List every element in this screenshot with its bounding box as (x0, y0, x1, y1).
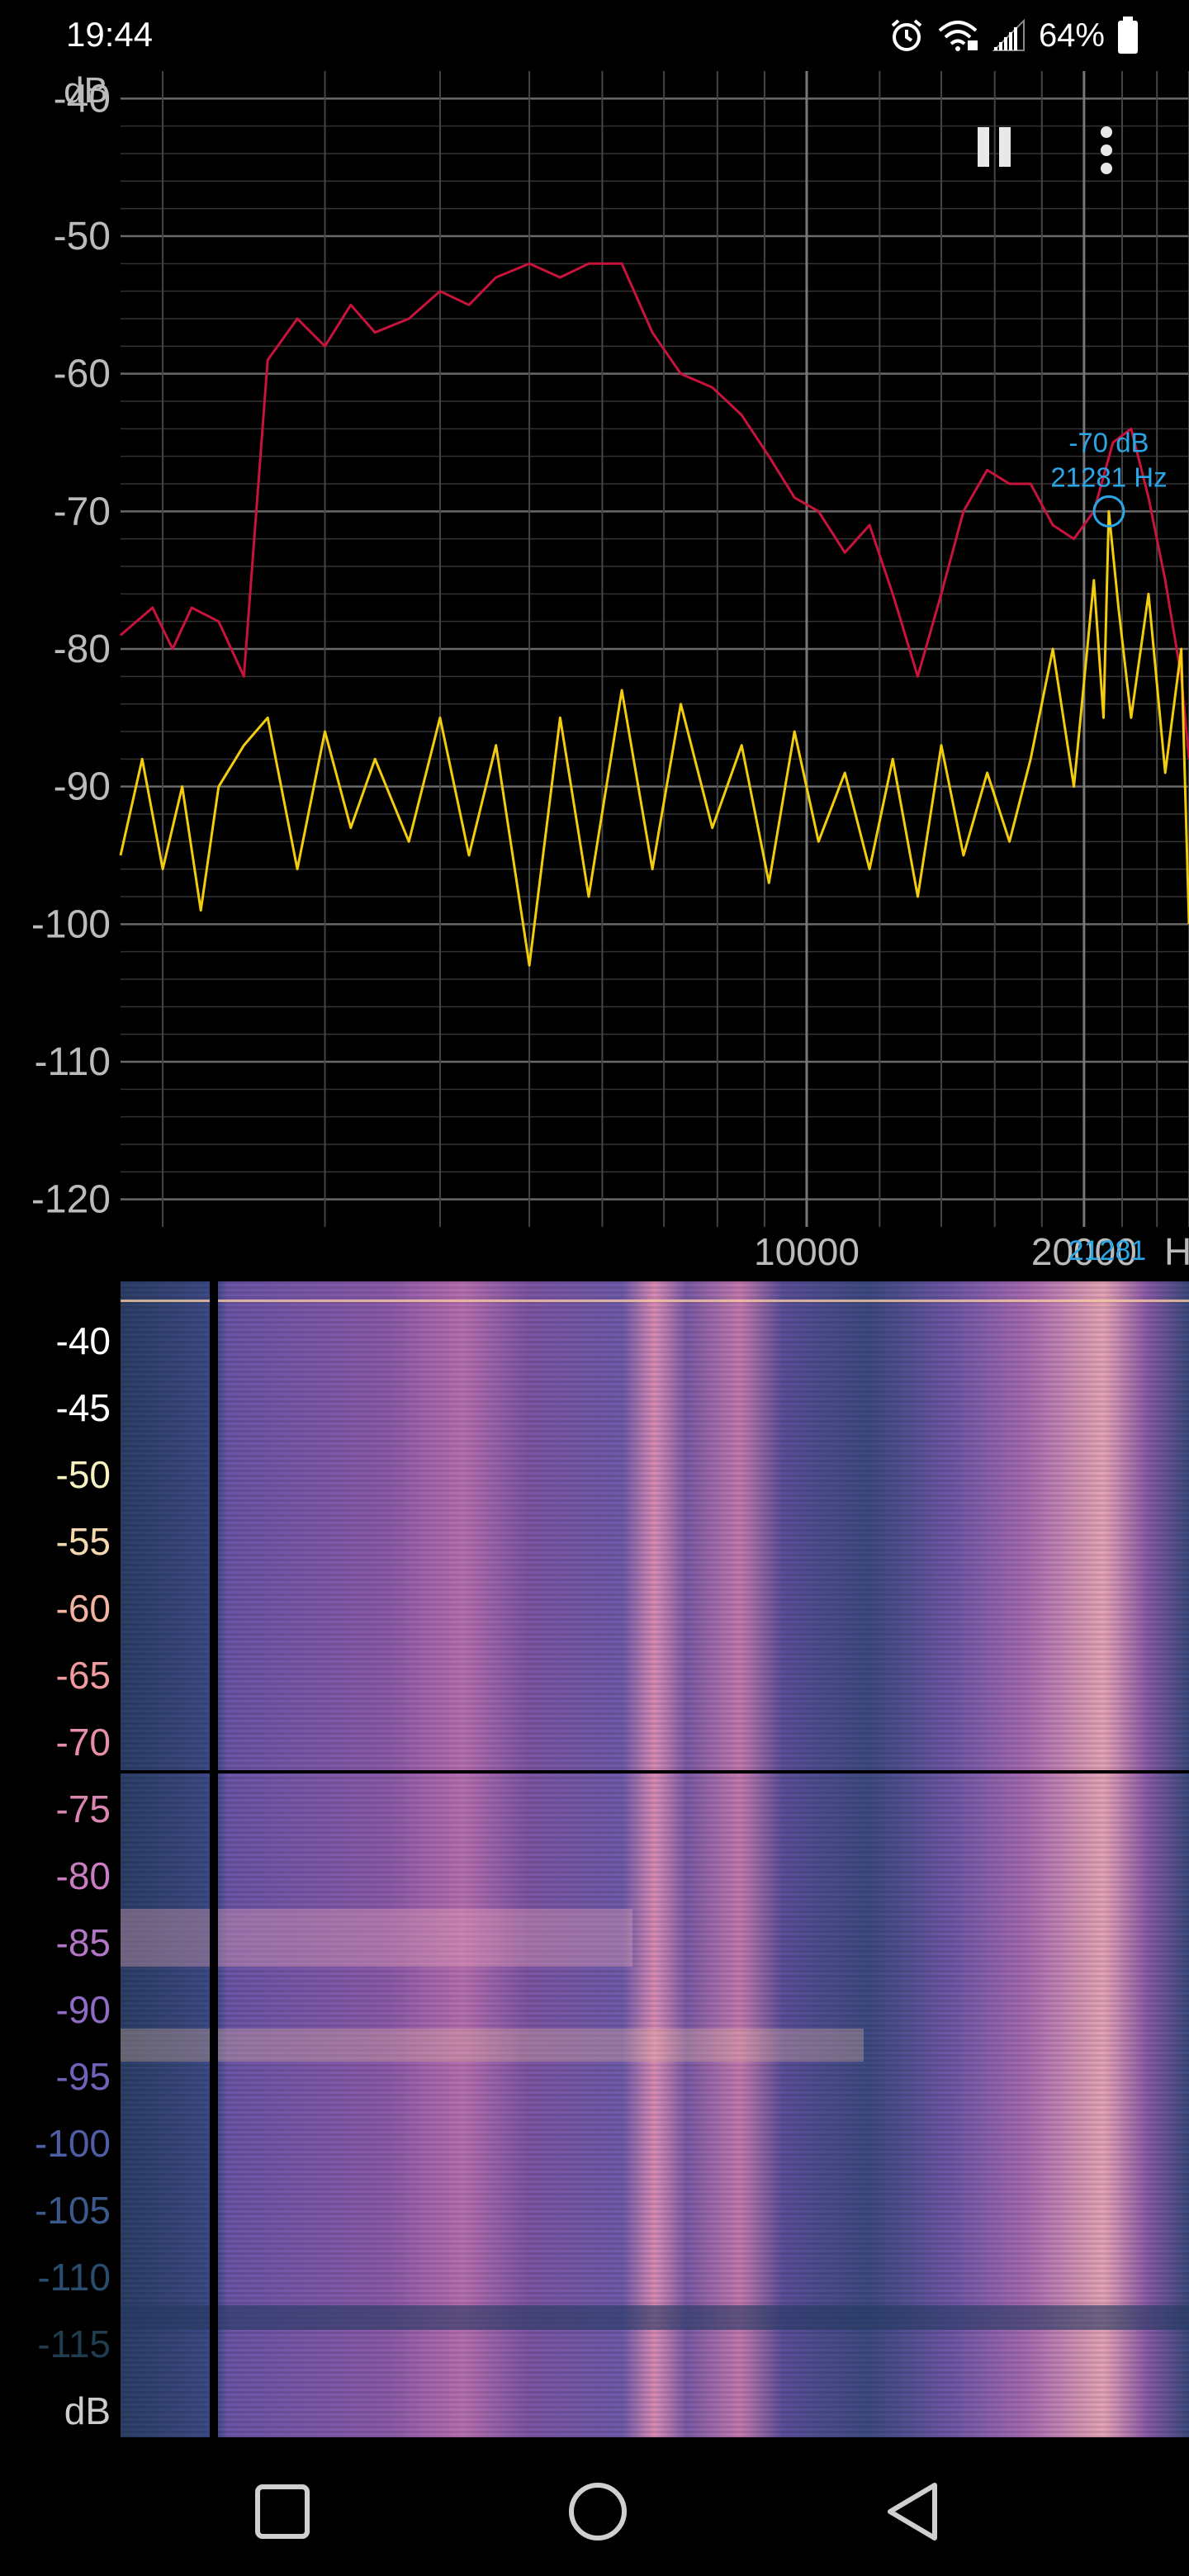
spectrogram-time-marker (121, 1770, 1189, 1773)
spectrogram-texture (121, 1281, 1189, 2437)
grid-lines (121, 71, 1189, 1227)
y-tick-label: -50 (54, 215, 111, 258)
spectrogram-highlight-line (121, 1300, 1189, 1302)
spectrogram-scale-label: -55 (56, 1520, 111, 1563)
spectrogram-scale-label: -60 (56, 1587, 111, 1630)
status-bar: 19:44 64% (0, 0, 1189, 71)
spectrogram-scale-label: -80 (56, 1854, 111, 1897)
battery-percent: 64% (1038, 17, 1105, 54)
navigation-bar (0, 2437, 1189, 2576)
y-tick-label: -110 (34, 1040, 111, 1084)
cursor-hz-label: 21281 Hz (1050, 462, 1167, 492)
spectrogram-scale-label: -45 (56, 1386, 111, 1429)
spectrogram-scale-label: -90 (56, 1988, 111, 2031)
cursor-db-label: -70 dB (1068, 427, 1149, 457)
y-tick-label: -90 (54, 765, 111, 809)
spectrogram-scale-label: -110 (37, 2256, 111, 2299)
spectrogram-scale-label: -65 (56, 1654, 111, 1697)
y-axis-ticks: -40 -50 -60 -70 -80 -90 -100 -110 -120 (31, 77, 111, 1221)
spectrogram-scale-label: -95 (56, 2055, 111, 2098)
back-icon (888, 2483, 937, 2540)
spectrogram-svg: -40 -45 -50 -55 -60 -65 -70 -75 -80 -85 -90 -95 -100… (0, 1281, 1189, 2437)
spectrogram-scale-label: -40 (56, 1319, 111, 1362)
spectrogram-panel[interactable]: -40 -45 -50 -55 -60 -65 -70 -75 -80 -85 -90 -95 -100… (0, 1281, 1189, 2437)
x-tick-label: 10000 (754, 1230, 860, 1273)
status-icons: 64% (888, 12, 1139, 59)
status-time: 19:44 (66, 15, 154, 54)
signal-icon (991, 17, 1027, 54)
spectrogram-scale-label: -100 (35, 2122, 111, 2165)
spectrogram-warm-band-2 (121, 2029, 864, 2062)
spectrogram-scale-label: -115 (37, 2323, 111, 2365)
back-button[interactable] (872, 2470, 955, 2553)
spectrum-plot: dB -40-50-60-70-80-90-100-110-120 10000 2… (31, 71, 1189, 1273)
alarm-icon (888, 17, 925, 54)
spectrogram-scale-label: -85 (56, 1921, 111, 1964)
y-tick-label: -100 (31, 902, 111, 946)
spectrogram-scale-label: -75 (56, 1788, 111, 1830)
y-tick-label: -70 (54, 490, 111, 533)
recents-button[interactable] (241, 2470, 324, 2553)
spectrogram-scale-label: -105 (35, 2189, 111, 2232)
spectrogram-dark-band (121, 2305, 1189, 2330)
x-axis-unit: Hz (1164, 1230, 1189, 1273)
y-tick-label: -120 (31, 1178, 111, 1222)
pause-button[interactable] (974, 124, 1040, 190)
y-tick-label: -40 (54, 77, 111, 121)
y-tick-label: -80 (54, 627, 111, 671)
spectrum-chart[interactable]: dB -40 -50 -60 -70 -80 -90 -100 -110 -120 10000 2… (0, 71, 1189, 1285)
battery-icon (1116, 17, 1139, 54)
cursor-axis-label: 21281 (1068, 1235, 1147, 1267)
spectrogram-scale-label: -70 (56, 1721, 111, 1764)
spectrogram-cursor-column (210, 1281, 218, 2437)
home-icon (569, 2483, 627, 2540)
overflow-menu-button[interactable] (1098, 124, 1156, 190)
spectrogram-scale-label: dB (64, 2389, 111, 2432)
spectrogram-scale-label: -50 (56, 1453, 111, 1496)
pause-icon (978, 127, 1011, 167)
more-vert-icon (1101, 126, 1112, 174)
recents-icon (255, 2484, 310, 2539)
spectrogram-warm-band-1 (121, 1909, 632, 1967)
home-button[interactable] (557, 2470, 639, 2553)
y-tick-label: -60 (54, 353, 111, 396)
wifi-icon (936, 17, 979, 54)
